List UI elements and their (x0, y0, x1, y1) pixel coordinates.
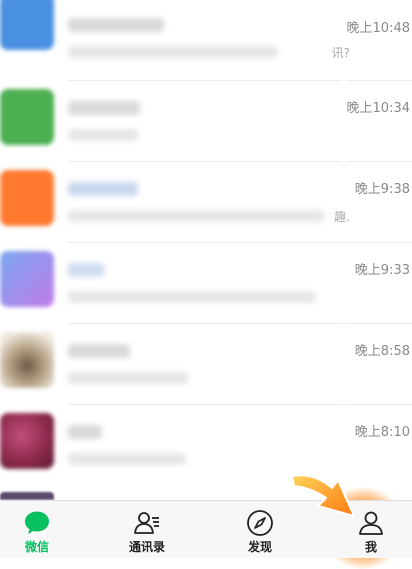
tab-label: 发现 (247, 540, 272, 554)
chat-time: 晚上10:34 (346, 101, 410, 116)
chat-avatar (0, 251, 54, 307)
chat-avatar (0, 332, 54, 388)
chat-row[interactable]: 晚上9:38 趣. (0, 162, 412, 243)
chat-avatar (0, 492, 54, 500)
tab-label: 我 (364, 540, 377, 554)
pointer-arrow-icon (291, 474, 355, 517)
tab-chats[interactable]: 微信 (0, 501, 77, 558)
chat-message-blurred (68, 372, 188, 384)
chat-avatar (0, 0, 54, 50)
tab-label: 通讯录 (128, 540, 165, 554)
chat-message-blurred (68, 46, 278, 58)
chat-name-blurred (68, 263, 104, 277)
tab-label: 微信 (24, 540, 49, 554)
compass-icon (247, 510, 273, 536)
chat-list: 晚上10:48 讯? 晚上10:34 晚上9:38 趣. 晚上9:33 晚上8:… (0, 0, 412, 500)
chat-row[interactable]: 晚上10:34 (0, 81, 412, 162)
chat-time: 晚上8:10 (354, 425, 410, 440)
chat-avatar (0, 413, 54, 469)
chat-time: 晚上10:48 (346, 21, 410, 36)
tab-contacts[interactable]: 通讯录 (107, 501, 187, 558)
chat-row[interactable]: 晚上9:33 (0, 243, 412, 324)
chat-name-blurred (68, 182, 138, 196)
contacts-icon (134, 512, 159, 534)
chat-snippet-tail: 趣. (334, 210, 350, 224)
chat-message-blurred (68, 210, 324, 222)
chat-time: 晚上9:38 (354, 182, 410, 197)
chat-name-blurred (68, 101, 140, 115)
chat-bubble-icon (25, 511, 49, 534)
chat-avatar (0, 170, 54, 226)
chat-message-blurred (68, 291, 316, 303)
chat-row[interactable]: 晚上10:48 讯? (0, 0, 412, 81)
chat-name-blurred (68, 344, 130, 358)
chat-name-blurred (68, 18, 164, 32)
chat-avatar (0, 89, 54, 145)
chat-time: 晚上9:33 (354, 263, 410, 278)
chat-message-blurred (68, 453, 186, 465)
chat-name-blurred (68, 425, 102, 439)
chat-time: 晚上8:58 (354, 344, 410, 359)
chat-snippet-tail: 讯? (331, 46, 350, 60)
chat-row[interactable]: 晚上8:58 (0, 324, 412, 405)
chat-message-blurred (68, 129, 138, 141)
